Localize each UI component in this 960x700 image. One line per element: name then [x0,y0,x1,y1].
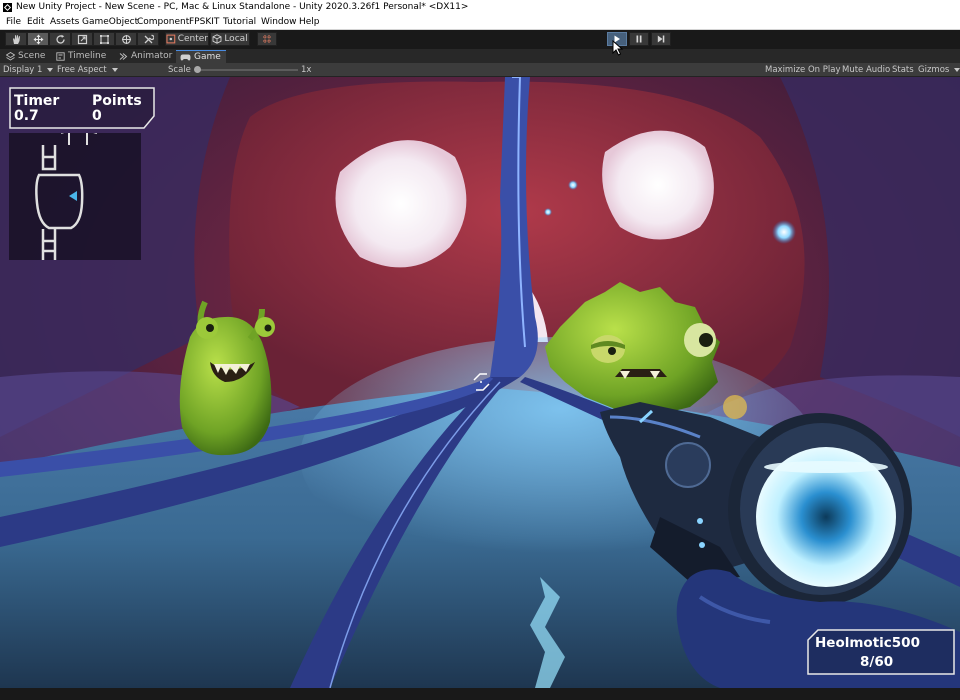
animator-icon [119,53,128,60]
tab-animator[interactable]: Animator [115,50,179,63]
timeline-icon [56,52,65,61]
menu-component[interactable]: Component [137,15,189,30]
pivot-label: Center [177,34,208,44]
move-tool-button[interactable] [27,32,49,46]
game-viewport[interactable]: Timer 0.7 Points 0 Heolmotic500 8/60 [0,77,960,688]
move-icon [33,34,43,44]
display-dropdown[interactable]: Display 1 [3,63,53,77]
tab-timeline[interactable]: Timeline [52,50,116,63]
hud-points-value: 0 [92,108,102,124]
scale-slider-thumb[interactable] [194,66,201,73]
minimap-map [35,133,97,260]
center-pivot-icon [166,34,176,44]
step-icon [657,35,665,43]
menu-fpskit[interactable]: FPSKIT [189,15,219,30]
hud-points-label: Points [92,93,142,109]
menu-tutorial[interactable]: Tutorial [223,15,256,30]
rect-icon [99,34,109,44]
main-toolbar: Center Local [0,30,960,49]
transform-tool-button[interactable] [115,32,137,46]
menu-file[interactable]: File [6,15,21,30]
menu-window[interactable]: Window [261,15,297,30]
window-title-bar: New Unity Project - New Scene - PC, Mac … [0,0,960,15]
hud-timer-label: Timer [14,93,60,109]
pivot-center-toggle[interactable]: Center [165,32,209,46]
aspect-dropdown[interactable]: Free Aspect [57,63,161,77]
scale-slider-track[interactable] [196,69,298,71]
glowing-orb [772,220,796,244]
maximize-on-play-toggle[interactable]: Maximize On Play [765,63,840,77]
scale-tool-button[interactable] [71,32,93,46]
mute-audio-toggle[interactable]: Mute Audio [842,63,890,77]
grid-snapping-button[interactable] [257,32,277,46]
pause-button[interactable] [629,32,649,46]
gizmos-dropdown[interactable]: Gizmos [918,63,960,77]
tab-game-label: Game [194,51,221,62]
minimap [9,133,141,260]
game-scene-render [0,77,960,688]
scene-icon [6,52,15,61]
player-marker-icon [69,191,77,201]
rect-tool-button[interactable] [93,32,115,46]
grid-snap-icon [263,35,271,43]
tab-scene[interactable]: Scene [2,50,54,63]
hud-weapon-name: Heolmotic500 [815,635,920,651]
space-local-toggle[interactable]: Local [210,32,250,46]
rotate-icon [55,34,65,44]
transform-icon [121,34,131,44]
editor-tab-bar: Scene Timeline Animator Game [0,49,960,63]
space-label: Local [224,34,248,44]
stats-toggle[interactable]: Stats [892,63,914,77]
window-title: New Unity Project - New Scene - PC, Mac … [16,2,469,12]
tab-game[interactable]: Game [176,50,226,63]
wrench-icon [144,34,154,43]
menu-bar: File Edit Assets GameObject Component FP… [0,15,960,30]
menu-edit[interactable]: Edit [27,15,44,30]
hand-tool-button[interactable] [5,32,27,46]
scale-icon [77,34,87,44]
hand-icon [12,34,20,44]
hud-timer-value: 0.7 [14,108,39,124]
aspect-value: Free Aspect [57,65,107,75]
menu-gameobject[interactable]: GameObject [82,15,138,30]
tab-animator-label: Animator [131,51,173,61]
editor-status-bar [0,688,960,700]
rotate-tool-button[interactable] [49,32,71,46]
scale-value: 1x [301,65,312,75]
custom-tool-button[interactable] [137,32,159,46]
hud-ammo-count: 8/60 [860,654,894,670]
scale-label: Scale [168,65,191,75]
mouse-cursor-icon [612,40,624,56]
unity-logo-icon [3,3,12,12]
menu-assets[interactable]: Assets [50,15,79,30]
local-cube-icon [212,34,222,44]
step-button[interactable] [651,32,671,46]
game-icon [180,54,191,60]
menu-help[interactable]: Help [299,15,320,30]
tab-timeline-label: Timeline [68,51,107,61]
tab-scene-label: Scene [18,51,46,61]
pause-icon [636,35,642,43]
game-view-toolbar: Display 1 Free Aspect Scale 1x Maximize … [0,63,960,77]
